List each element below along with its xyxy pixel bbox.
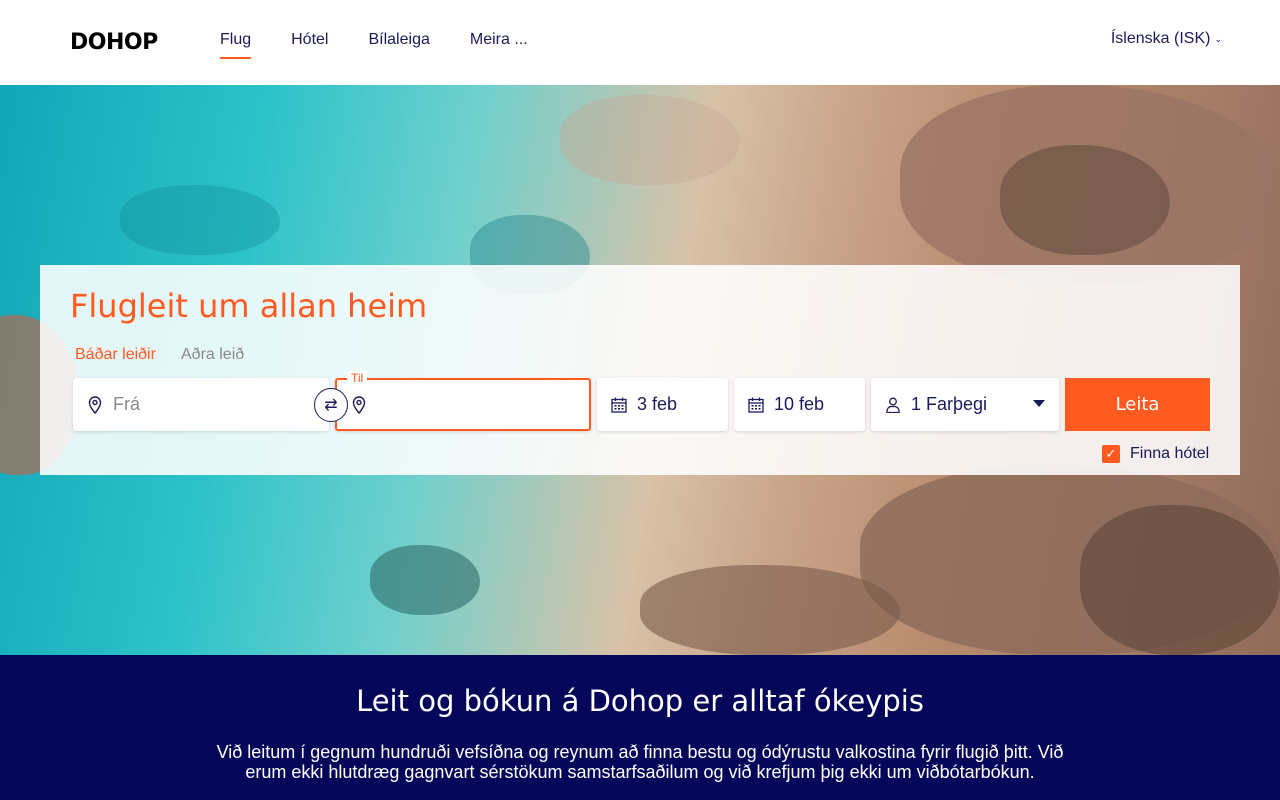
passengers-select[interactable]: 1 Farþegi [871,378,1059,431]
search-title: Flugleit um allan heim [70,287,428,325]
language-label: Íslenska (ISK) [1110,30,1211,47]
nav-more[interactable]: Meira ... [470,0,528,85]
checkmark-icon: ✓ [1102,445,1120,463]
calendar-icon [609,397,629,413]
main-nav: Flug Hótel Bílaleiga Meira ... [220,0,568,85]
person-icon [883,397,903,413]
nav-flights[interactable]: Flug [220,0,252,85]
to-field[interactable]: Til [335,371,591,431]
departure-date-field[interactable]: 3 feb [597,378,728,431]
search-button[interactable]: Leita [1065,378,1210,431]
dohop-logo[interactable]: DOHOP [70,30,158,55]
flight-search-panel: Flugleit um allan heim Báðar leiðir Aðra… [40,265,1240,475]
info-title: Leit og bókun á Dohop er alltaf ókeypis [356,684,924,718]
nav-hotels[interactable]: Hótel [291,0,328,85]
swap-icon[interactable]: ⇄ [314,388,348,422]
find-hotel-checkbox[interactable]: ✓ Finna hótel [1102,445,1209,463]
location-pin-icon [85,395,105,414]
site-header: DOHOP Flug Hótel Bílaleiga Meira ... Ísl… [0,0,1280,85]
departure-date: 3 feb [637,394,678,414]
language-selector[interactable]: Íslenska (ISK) ⌄ [1111,30,1222,48]
return-date: 10 feb [774,394,825,414]
caret-down-icon [1033,400,1045,407]
from-field[interactable]: Frá [73,378,329,431]
tab-round-trip[interactable]: Báðar leiðir [75,346,156,364]
return-date-field[interactable]: 10 feb [734,378,865,431]
from-placeholder: Frá [113,394,140,414]
find-hotel-label: Finna hótel [1130,445,1210,462]
to-label: Til [347,371,368,385]
calendar-icon [746,397,766,413]
tab-one-way[interactable]: Aðra leið [181,346,244,364]
nav-car-rental[interactable]: Bílaleiga [368,0,429,85]
location-pin-icon [349,395,369,414]
info-section: Leit og bókun á Dohop er alltaf ókeypis … [0,655,1280,800]
passengers-value: 1 Farþegi [911,394,988,414]
info-text: Við leitum í gegnum hundruði vefsíðna og… [216,742,1064,782]
chevron-down-icon: ⌄ [1214,33,1222,44]
